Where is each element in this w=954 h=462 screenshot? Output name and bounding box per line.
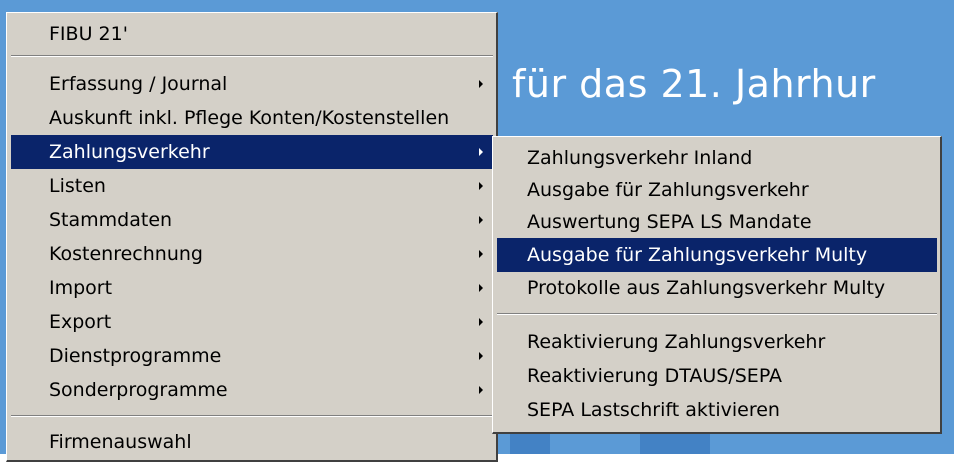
- menu-item-label: Erfassung / Journal: [49, 73, 228, 95]
- submenu-item-zahlungsverkehr-inland[interactable]: Zahlungsverkehr Inland: [497, 141, 937, 175]
- submenu-zahlungsverkehr: Zahlungsverkehr Inland Ausgabe für Zahlu…: [492, 136, 942, 434]
- menu-separator: [11, 415, 493, 417]
- menu-item-label: Reaktivierung Zahlungsverkehr: [527, 331, 826, 353]
- submenu-item-reaktivierung-dtaus-sepa[interactable]: Reaktivierung DTAUS/SEPA: [497, 359, 937, 393]
- menu-item-import[interactable]: Import: [11, 271, 493, 305]
- menu-item-label: Ausgabe für Zahlungsverkehr Multy: [527, 244, 868, 266]
- menu-item-export[interactable]: Export: [11, 305, 493, 339]
- menu-item-stammdaten[interactable]: Stammdaten: [11, 203, 493, 237]
- main-menu: FIBU 21' Erfassung / Journal Auskunft in…: [6, 12, 498, 462]
- menu-item-label: Listen: [49, 175, 106, 197]
- menu-item-dienstprogramme[interactable]: Dienstprogramme: [11, 339, 493, 373]
- menu-header-label: FIBU 21': [49, 23, 128, 45]
- submenu-item-protokolle-zahlungsverkehr-multy[interactable]: Protokolle aus Zahlungsverkehr Multy: [497, 271, 937, 305]
- menu-item-erfassung-journal[interactable]: Erfassung / Journal: [11, 67, 493, 101]
- menu-item-label: Stammdaten: [49, 209, 173, 231]
- menu-separator: [11, 55, 493, 57]
- submenu-arrow-icon: [479, 148, 483, 156]
- menu-item-kostenrechnung[interactable]: Kostenrechnung: [11, 237, 493, 271]
- menu-separator: [497, 313, 937, 315]
- submenu-arrow-icon: [479, 182, 483, 190]
- submenu-arrow-icon: [479, 284, 483, 292]
- submenu-item-sepa-lastschrift-aktivieren[interactable]: SEPA Lastschrift aktivieren: [497, 393, 937, 427]
- menu-item-label: Ausgabe für Zahlungsverkehr: [527, 179, 809, 201]
- menu-item-label: Reaktivierung DTAUS/SEPA: [527, 365, 783, 387]
- menu-item-zahlungsverkehr[interactable]: Zahlungsverkehr: [11, 135, 493, 169]
- menu-item-label: Zahlungsverkehr Inland: [527, 147, 753, 169]
- menu-item-label: Protokolle aus Zahlungsverkehr Multy: [527, 277, 886, 299]
- submenu-arrow-icon: [479, 352, 483, 360]
- submenu-item-reaktivierung-zahlungsverkehr[interactable]: Reaktivierung Zahlungsverkehr: [497, 325, 937, 359]
- menu-item-auskunft[interactable]: Auskunft inkl. Pflege Konten/Kostenstell…: [11, 101, 493, 135]
- menu-item-label: Kostenrechnung: [49, 243, 203, 265]
- menu-item-label: Firmenauswahl: [49, 431, 192, 453]
- submenu-item-ausgabe-zahlungsverkehr-multy[interactable]: Ausgabe für Zahlungsverkehr Multy: [497, 238, 937, 272]
- submenu-arrow-icon: [479, 250, 483, 258]
- submenu-item-auswertung-sepa-ls-mandate[interactable]: Auswertung SEPA LS Mandate: [497, 205, 937, 239]
- submenu-arrow-icon: [479, 386, 483, 394]
- submenu-arrow-icon: [479, 80, 483, 88]
- menu-item-label: Zahlungsverkehr: [49, 141, 210, 163]
- menu-item-label: Sonderprogramme: [49, 379, 228, 401]
- menu-item-label: SEPA Lastschrift aktivieren: [527, 399, 780, 421]
- submenu-arrow-icon: [479, 216, 483, 224]
- submenu-item-ausgabe-zahlungsverkehr[interactable]: Ausgabe für Zahlungsverkehr: [497, 173, 937, 207]
- menu-item-label: Export: [49, 311, 112, 333]
- submenu-arrow-icon: [479, 318, 483, 326]
- menu-item-label: Auskunft inkl. Pflege Konten/Kostenstell…: [49, 107, 450, 129]
- menu-item-listen[interactable]: Listen: [11, 169, 493, 203]
- menu-header-fibu[interactable]: FIBU 21': [11, 17, 493, 51]
- background-title: für das 21. Jahrhur: [512, 62, 876, 106]
- menu-item-label: Auswertung SEPA LS Mandate: [527, 211, 812, 233]
- menu-item-label: Import: [49, 277, 113, 299]
- menu-item-sonderprogramme[interactable]: Sonderprogramme: [11, 373, 493, 407]
- menu-item-label: Dienstprogramme: [49, 345, 222, 367]
